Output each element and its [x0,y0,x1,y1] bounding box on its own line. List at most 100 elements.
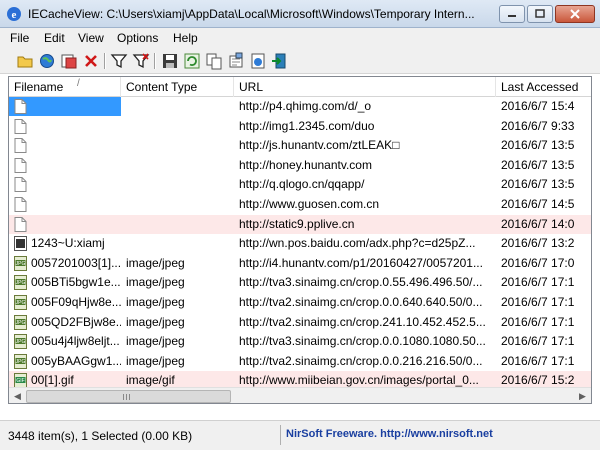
open-folder-icon[interactable] [16,52,34,70]
cell-url: http://static9.pplive.cn [239,216,355,231]
table-row[interactable]: http://www.guosen.com.cn 2016/6/7 14:5 [9,195,591,215]
horizontal-scrollbar[interactable]: ◀ ▶ [9,387,591,403]
jpeg-file-icon: JPG [14,334,27,350]
filename-text: 005u4j4ljw8eljt... [31,334,120,349]
cell-last-accessed: 2016/6/7 9:33 [501,118,575,133]
cell-last-accessed: 2016/6/7 15:4 [501,99,575,113]
cell-last-accessed: 2016/6/7 17:1 [501,275,575,290]
table-row[interactable]: JPG 005u4j4ljw8eljt... image/jpeg http://tv… [9,332,591,352]
cell-filename [9,136,121,155]
table-row[interactable]: 1243~U:xiamj http://wn.pos.baidu.com/adx.… [9,234,591,254]
cell-url: http://js.hunantv.com/ztLEAK□ [239,138,400,153]
cell-filename: JPG 005BTi5bgw1e... [9,273,121,292]
filename-text: 005QD2FBjw8e... [31,314,121,329]
html-report-icon[interactable] [249,52,267,70]
cell-url: http://www.miibeian.gov.cn/images/portal… [239,373,479,387]
scroll-left-icon[interactable]: ◀ [9,388,26,403]
copy-url-icon[interactable] [60,52,78,70]
nirsoft-link[interactable]: NirSoft Freeware. http://www.nirsoft.net [286,428,493,440]
cell-filename [9,215,121,234]
table-row[interactable]: http://js.hunantv.com/ztLEAK□ 2016/6/7 13… [9,136,591,156]
cell-filename [9,117,121,136]
menu-options[interactable]: Options [113,31,162,45]
exit-icon[interactable] [271,52,289,70]
column-content-type[interactable]: Content Type [121,77,234,97]
table-row[interactable]: http://static9.pplive.cn 2016/6/7 14:0 [9,214,591,235]
cache-list[interactable]: Filename / Content Type URL Last Accesse… [8,76,592,404]
window-title: IECacheView: C:\Users\xiamj\AppData\Loca… [28,7,475,21]
jpeg-file-icon: JPG [14,314,27,330]
copy-icon[interactable] [205,52,223,70]
cell-url: http://tva2.sinaimg.cn/crop.0.0.640.640.… [239,295,483,309]
table-row[interactable]: http://p4.qhimg.com/d/_o 2016/6/7 15:4 [9,97,591,117]
cell-content-type: image/jpeg [126,295,185,309]
scrollbar-grip-icon [123,394,131,400]
filename-text: 0057201003[1]... [31,255,121,270]
cell-last-accessed: 2016/6/7 17:0 [501,255,575,270]
cell-url: http://img1.2345.com/duo [239,118,375,133]
column-filename-label: Filename [14,80,64,94]
cell-last-accessed: 2016/6/7 17:1 [501,295,575,309]
filter-red-icon[interactable] [132,52,150,70]
scroll-right-icon[interactable]: ▶ [574,388,591,403]
menu-view[interactable]: View [74,31,108,45]
column-url[interactable]: URL [234,77,496,97]
cell-filename: JPG 0057201003[1]... [9,254,121,273]
cell-filename: JPG 005yBAAGgw1... [9,352,121,371]
cell-filename: GIF 00[1].gif [9,371,121,387]
filename-text: 00[1].gif [31,373,74,387]
cell-url: http://wn.pos.baidu.com/adx.php?c=d25pZ.… [239,236,476,251]
blank-file-icon [14,216,27,232]
refresh-icon[interactable] [183,52,201,70]
toolbar [0,48,600,74]
cell-filename: JPG 005F09qHjw8e... [9,293,121,312]
table-row[interactable]: JPG 005F09qHjw8e... image/jpeg http://tva2.… [9,293,591,313]
delete-icon[interactable] [82,52,100,70]
table-row[interactable]: JPG 005QD2FBjw8e... image/jpeg http://tva2.… [9,313,591,333]
menu-file[interactable]: File [6,31,33,45]
table-row[interactable]: JPG 005yBAAGgw1... image/jpeg http://tva2.s… [9,352,591,372]
save-icon[interactable] [161,52,179,70]
table-row[interactable]: JPG 0057201003[1]... image/jpeg http://i4.h… [9,254,591,274]
menu-edit[interactable]: Edit [40,31,69,45]
toolbar-separator [104,53,105,69]
globe-icon[interactable] [38,52,56,70]
cell-last-accessed: 2016/6/7 17:1 [501,314,575,329]
cell-last-accessed: 2016/6/7 13:5 [501,138,575,153]
minimize-button[interactable] [499,5,525,23]
maximize-button[interactable] [527,5,553,23]
table-row[interactable]: JPG 005BTi5bgw1e... image/jpeg http://tva3.… [9,273,591,293]
table-row[interactable]: GIF 00[1].gif image/gif http://www.miibeian… [9,371,591,387]
jpeg-file-icon: JPG [14,275,27,291]
cell-filename: JPG 005QD2FBjw8e... [9,313,121,332]
menu-bar: File Edit View Options Help [0,28,600,48]
cell-url: http://tva2.sinaimg.cn/crop.241.10.452.4… [239,314,486,329]
column-last-accessed[interactable]: Last Accessed [496,77,591,97]
svg-text:GIF: GIF [16,378,24,384]
cell-content-type: image/jpeg [126,334,185,349]
app-icon: e [7,7,21,21]
cell-last-accessed: 2016/6/7 13:5 [501,177,575,192]
status-item-count: 3448 item(s), 1 Selected (0.00 KB) [8,429,193,443]
filter-icon[interactable] [110,52,128,70]
properties-icon[interactable] [227,52,245,70]
column-filename[interactable]: Filename / [9,77,121,97]
status-bar: 3448 item(s), 1 Selected (0.00 KB) NirSo… [0,420,600,450]
table-row[interactable]: http://img1.2345.com/duo 2016/6/7 9:33 [9,117,591,137]
close-button[interactable] [555,5,595,23]
title-bar[interactable]: e IECacheView: C:\Users\xiamj\AppData\Lo… [0,0,600,28]
gif-file-icon: GIF [14,373,27,387]
svg-text:JPG: JPG [16,320,26,326]
cell-url: http://www.guosen.com.cn [239,197,380,211]
table-row[interactable]: http://honey.hunantv.com 2016/6/7 13:5 [9,156,591,176]
scrollbar-thumb[interactable] [26,390,231,403]
filename-text: 1243~U:xiamj [31,236,105,251]
cell-filename: JPG 005u4j4ljw8eljt... [9,332,121,351]
close-icon [570,9,580,19]
cell-last-accessed: 2016/6/7 14:5 [501,197,575,211]
cell-filename [9,175,121,194]
menu-help[interactable]: Help [169,31,202,45]
table-row[interactable]: http://q.qlogo.cn/qqapp/2016/6/7 13:5 [9,175,591,195]
filename-text: 005BTi5bgw1e... [31,275,121,290]
cell-url: http://tva3.sinaimg.cn/crop.0.55.496.496… [239,275,483,290]
